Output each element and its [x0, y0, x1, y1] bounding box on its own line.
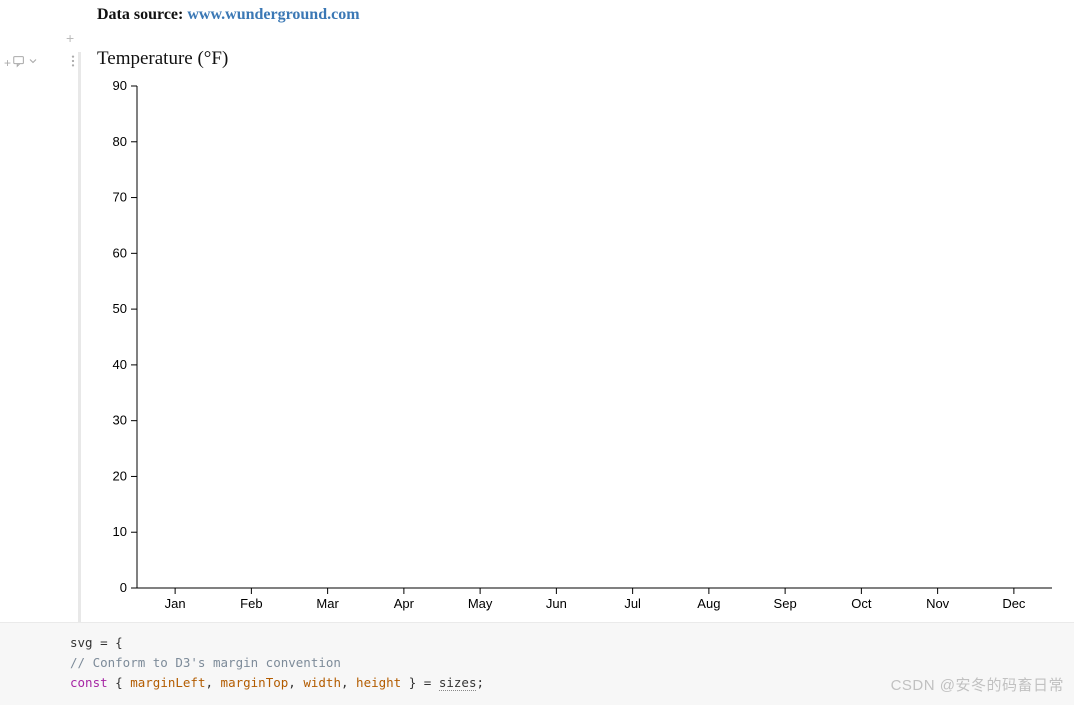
svg-text:Sep: Sep: [774, 596, 797, 611]
svg-text:Jan: Jan: [165, 596, 186, 611]
code-content[interactable]: svg = { // Conform to D3's margin conven…: [70, 633, 484, 693]
code-token: ;: [476, 675, 484, 690]
svg-text:Nov: Nov: [926, 596, 950, 611]
temperature-chart: 0 10 20 30 40 50 60 70 80 90 Jan Feb Mar Apr May Jun Jul…: [97, 78, 1062, 618]
code-token: ,: [288, 675, 303, 690]
chart-title: Temperature (°F): [97, 48, 1062, 70]
svg-text:0: 0: [120, 580, 127, 595]
svg-text:Oct: Oct: [851, 596, 872, 611]
comment-icon[interactable]: [12, 54, 26, 71]
add-cell-icon[interactable]: +: [4, 56, 11, 70]
svg-text:50: 50: [113, 301, 127, 316]
code-token: ,: [205, 675, 220, 690]
svg-text:May: May: [468, 596, 493, 611]
svg-text:Dec: Dec: [1002, 596, 1026, 611]
code-token: ,: [341, 675, 356, 690]
svg-text:10: 10: [113, 524, 127, 539]
code-token: {: [108, 675, 131, 690]
code-token: marginLeft: [130, 675, 205, 690]
svg-text:Jul: Jul: [624, 596, 641, 611]
cell-indicator-bar[interactable]: [78, 52, 81, 623]
notebook-gutter: + {}: [0, 0, 60, 705]
code-token: width: [303, 675, 341, 690]
code-token: height: [356, 675, 401, 690]
data-source-link[interactable]: www.wunderground.com: [187, 6, 359, 23]
data-source-line: Data source: www.wunderground.com: [97, 6, 360, 24]
svg-text:90: 90: [113, 78, 127, 93]
svg-text:Aug: Aug: [697, 596, 720, 611]
code-comment: // Conform to D3's margin convention: [70, 655, 341, 670]
code-token: svg: [70, 635, 93, 650]
svg-text:Feb: Feb: [240, 596, 262, 611]
chart-container: Temperature (°F) 0 10 20 30 40 50 60 70 80 90 Jan F…: [97, 48, 1062, 620]
svg-text:30: 30: [113, 413, 127, 428]
svg-text:60: 60: [113, 245, 127, 260]
svg-text:Jun: Jun: [546, 596, 567, 611]
watermark: CSDN @安冬的码畜日常: [891, 674, 1064, 695]
svg-text:Mar: Mar: [316, 596, 339, 611]
svg-text:70: 70: [113, 190, 127, 205]
code-identifier[interactable]: sizes: [439, 675, 477, 691]
svg-text:20: 20: [113, 468, 127, 483]
cell-menu-icon[interactable]: [66, 54, 80, 73]
code-token: = {: [93, 635, 123, 650]
svg-text:80: 80: [113, 134, 127, 149]
cell-toolbar: +: [4, 54, 39, 71]
add-cell-above-icon[interactable]: +: [66, 30, 74, 46]
code-token: } =: [401, 675, 439, 690]
code-keyword: const: [70, 675, 108, 690]
chevron-down-icon[interactable]: [27, 55, 39, 70]
svg-text:40: 40: [113, 357, 127, 372]
data-source-label: Data source:: [97, 6, 183, 23]
code-token: marginTop: [221, 675, 289, 690]
svg-text:Apr: Apr: [394, 596, 415, 611]
